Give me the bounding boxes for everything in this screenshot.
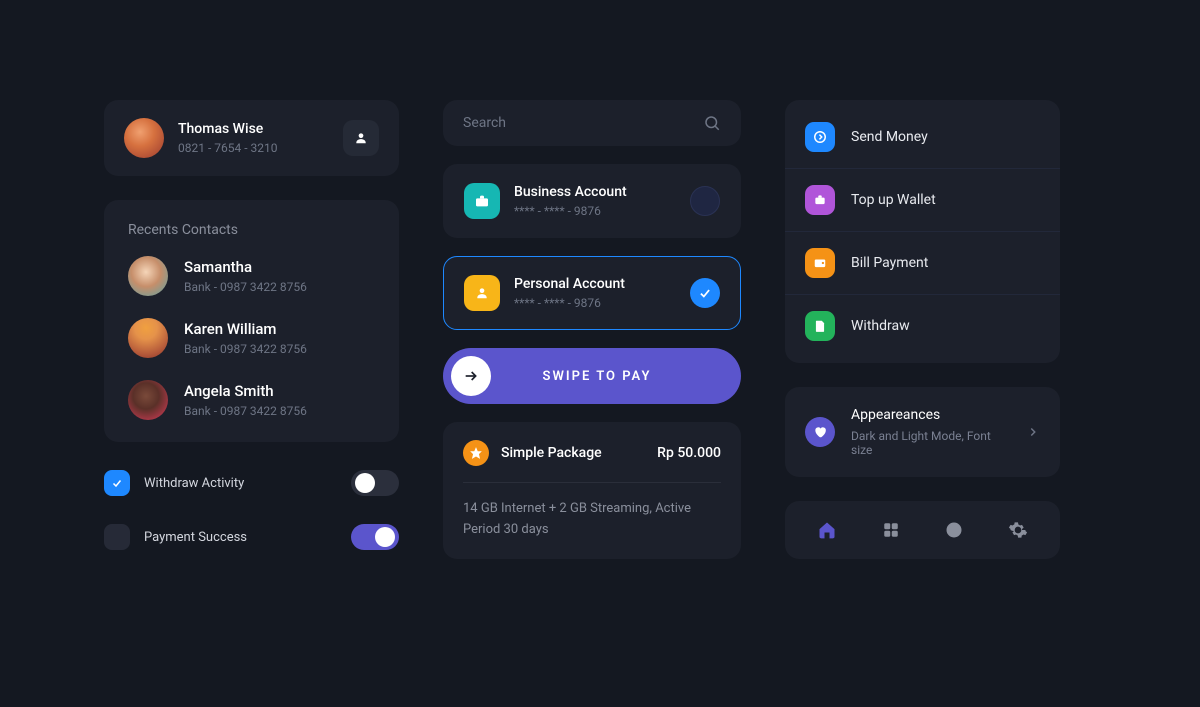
appearances-subtitle: Dark and Light Mode, Font size <box>851 429 1010 457</box>
menu-label: Bill Payment <box>851 255 928 271</box>
bill-icon <box>805 248 835 278</box>
contact-name: Samantha <box>184 258 307 276</box>
profile-phone: 0821 - 7654 - 3210 <box>178 141 329 155</box>
bottom-nav <box>785 501 1060 559</box>
appearances-title: Appeareances <box>851 407 1010 423</box>
payment-toggle[interactable] <box>351 524 399 550</box>
menu-label: Send Money <box>851 129 928 145</box>
account-name: Business Account <box>514 184 676 200</box>
check-icon <box>111 477 123 489</box>
search-input[interactable]: Search <box>443 100 741 146</box>
withdraw-checkbox[interactable] <box>104 470 130 496</box>
contact-detail: Bank - 0987 3422 8756 <box>184 404 307 418</box>
contact-avatar <box>128 256 168 296</box>
package-description: 14 GB Internet + 2 GB Streaming, Active … <box>463 499 721 541</box>
account-masked: **** - **** - 9876 <box>514 296 676 310</box>
contact-item[interactable]: Angela Smith Bank - 0987 3422 8756 <box>128 380 375 420</box>
withdraw-activity-row: Withdraw Activity <box>104 470 399 496</box>
profile-name: Thomas Wise <box>178 121 329 137</box>
account-business[interactable]: Business Account **** - **** - 9876 <box>443 164 741 238</box>
withdraw-label: Withdraw Activity <box>144 476 337 491</box>
star-icon <box>463 440 489 466</box>
recents-title: Recents Contacts <box>128 222 375 238</box>
profile-avatar <box>124 118 164 158</box>
briefcase-icon <box>464 183 500 219</box>
package-name: Simple Package <box>501 445 645 461</box>
account-masked: **** - **** - 9876 <box>514 204 676 218</box>
menu-withdraw[interactable]: Withdraw <box>785 295 1060 357</box>
user-icon <box>354 131 368 145</box>
appearances-card[interactable]: Appeareances Dark and Light Mode, Font s… <box>785 387 1060 477</box>
menu-label: Withdraw <box>851 318 910 334</box>
contact-item[interactable]: Karen William Bank - 0987 3422 8756 <box>128 318 375 358</box>
check-icon <box>698 286 712 300</box>
contact-avatar <box>128 380 168 420</box>
home-icon <box>817 520 837 540</box>
withdraw-icon <box>805 311 835 341</box>
nav-home[interactable] <box>816 519 838 541</box>
payment-checkbox[interactable] <box>104 524 130 550</box>
profile-card: Thomas Wise 0821 - 7654 - 3210 <box>104 100 399 176</box>
action-menu: Send Money Top up Wallet Bill Payment Wi… <box>785 100 1060 363</box>
contact-name: Karen William <box>184 320 307 338</box>
contact-detail: Bank - 0987 3422 8756 <box>184 342 307 356</box>
wallet-icon <box>805 185 835 215</box>
account-personal[interactable]: Personal Account **** - **** - 9876 <box>443 256 741 330</box>
swipe-label: SWIPE TO PAY <box>491 369 733 384</box>
search-icon <box>703 114 721 132</box>
gear-icon <box>1008 520 1028 540</box>
search-placeholder: Search <box>463 115 703 131</box>
package-card: Simple Package Rp 50.000 14 GB Internet … <box>443 422 741 559</box>
pie-chart-icon <box>945 521 963 539</box>
withdraw-toggle[interactable] <box>351 470 399 496</box>
nav-stats[interactable] <box>943 519 965 541</box>
profile-button[interactable] <box>343 120 379 156</box>
package-price: Rp 50.000 <box>657 445 721 461</box>
person-icon <box>464 275 500 311</box>
menu-topup-wallet[interactable]: Top up Wallet <box>785 169 1060 232</box>
menu-send-money[interactable]: Send Money <box>785 106 1060 169</box>
send-icon <box>805 122 835 152</box>
contact-item[interactable]: Samantha Bank - 0987 3422 8756 <box>128 256 375 296</box>
account-name: Personal Account <box>514 276 676 292</box>
contact-name: Angela Smith <box>184 382 307 400</box>
nav-apps[interactable] <box>880 519 902 541</box>
grid-icon <box>882 521 900 539</box>
heart-icon <box>805 417 835 447</box>
swipe-to-pay-button[interactable]: SWIPE TO PAY <box>443 348 741 404</box>
menu-bill-payment[interactable]: Bill Payment <box>785 232 1060 295</box>
nav-settings[interactable] <box>1007 519 1029 541</box>
arrow-right-icon <box>463 368 479 384</box>
account-radio[interactable] <box>690 186 720 216</box>
contact-detail: Bank - 0987 3422 8756 <box>184 280 307 294</box>
recent-contacts-card: Recents Contacts Samantha Bank - 0987 34… <box>104 200 399 442</box>
payment-label: Payment Success <box>144 530 337 545</box>
chevron-right-icon <box>1026 425 1040 439</box>
contact-avatar <box>128 318 168 358</box>
swipe-handle[interactable] <box>451 356 491 396</box>
menu-label: Top up Wallet <box>851 192 936 208</box>
payment-success-row: Payment Success <box>104 524 399 550</box>
account-radio[interactable] <box>690 278 720 308</box>
